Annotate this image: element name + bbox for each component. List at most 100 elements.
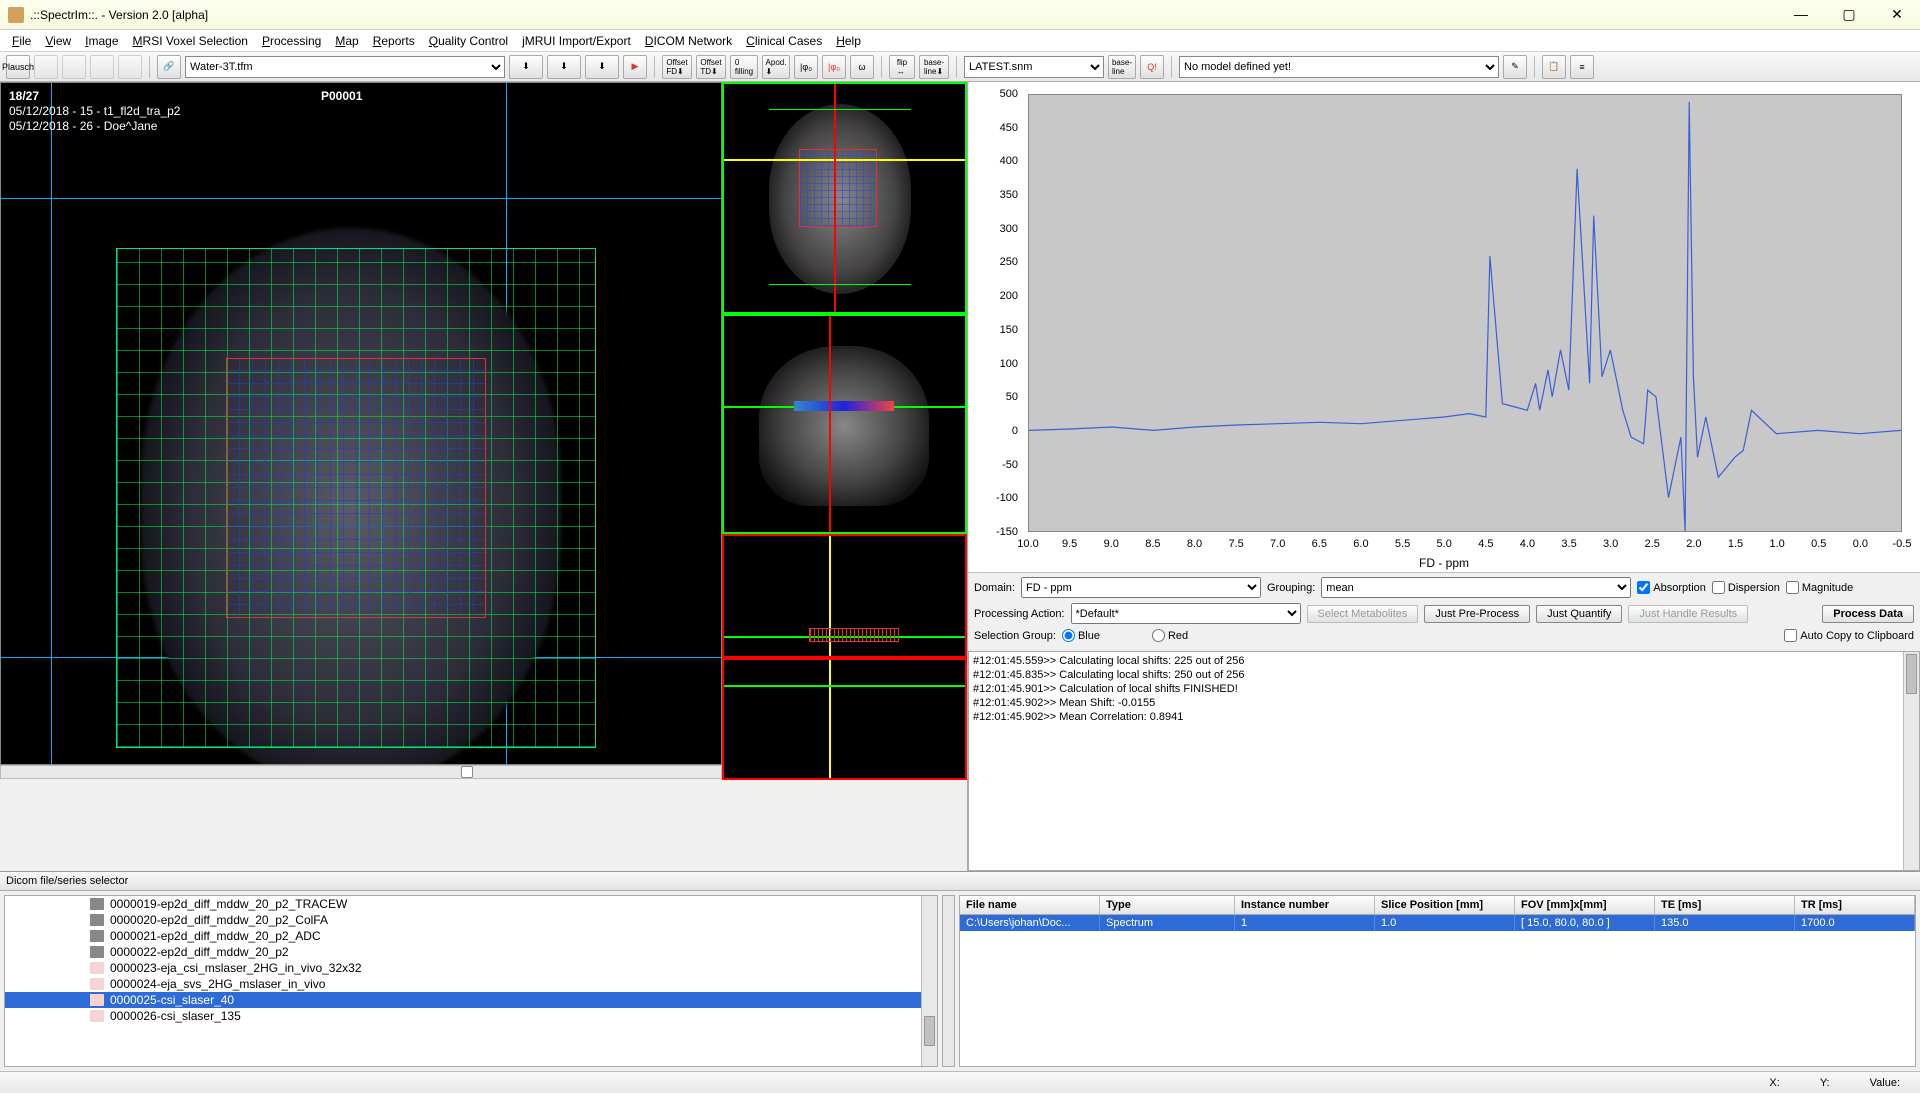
y-tick: -100 [996, 492, 1018, 504]
file-table[interactable]: File nameTypeInstance numberSlice Positi… [959, 895, 1916, 1067]
domain-select[interactable]: FD - ppm [1021, 577, 1261, 598]
axial-locator[interactable] [722, 82, 967, 314]
menu-dicom-network[interactable]: DICOM Network [639, 32, 738, 50]
play-icon[interactable]: ▶ [623, 55, 647, 79]
sag-locator-1[interactable] [722, 534, 967, 658]
tool-plausch[interactable]: Plausch [6, 55, 30, 79]
tree-item[interactable]: 0000026-csi_slaser_135 [5, 1008, 937, 1024]
viewer-info: 18/27 05/12/2018 - 15 - t1_fl2d_tra_p2 0… [9, 89, 180, 134]
menu-file[interactable]: File [6, 32, 37, 50]
proc-action-select[interactable]: *Default* [1071, 603, 1301, 624]
column-header[interactable]: TE [ms] [1655, 896, 1795, 914]
hlsvd-drop[interactable]: ⬇ [547, 55, 581, 79]
minimize-button[interactable]: — [1786, 6, 1816, 23]
column-header[interactable]: Instance number [1235, 896, 1375, 914]
qi-icon[interactable]: Q! [1140, 55, 1164, 79]
autocopy-check[interactable]: Auto Copy to Clipboard [1784, 629, 1914, 642]
tool-icon[interactable] [34, 55, 58, 79]
menu-processing[interactable]: Processing [256, 32, 327, 50]
log-output[interactable]: #12:01:45.559>> Calculating local shifts… [968, 651, 1920, 871]
menu-image[interactable]: Image [79, 32, 124, 50]
dispersion-check[interactable]: Dispersion [1712, 581, 1780, 594]
table-cell[interactable]: 1700.0 [1795, 915, 1915, 931]
flip-lr[interactable]: flip↔ [889, 55, 915, 79]
phi0-icon[interactable]: |φ₀ [794, 55, 818, 79]
tool-icon[interactable] [118, 55, 142, 79]
edit-icon[interactable]: ✎ [1503, 55, 1527, 79]
menu-map[interactable]: Map [329, 32, 364, 50]
coronal-locator[interactable] [722, 314, 967, 534]
table-cell[interactable]: 1.0 [1375, 915, 1515, 931]
list-icon[interactable]: ≡ [1570, 55, 1594, 79]
menu-quality-control[interactable]: Quality Control [423, 32, 514, 50]
menu-mrsi-voxel-selection[interactable]: MRSI Voxel Selection [127, 32, 254, 50]
tree-item[interactable]: 0000023-eja_csi_mslaser_2HG_in_vivo_32x3… [5, 960, 937, 976]
tree-item[interactable]: 0000025-csi_slaser_40 [5, 992, 937, 1008]
table-cell[interactable]: Spectrum [1100, 915, 1235, 931]
apod[interactable]: Apod.⬇ [762, 55, 790, 79]
tdfdfe-drop[interactable]: ⬇ [509, 55, 543, 79]
menu-clinical-cases[interactable]: Clinical Cases [740, 32, 828, 50]
baseline-drop[interactable]: base-line⬇ [919, 55, 949, 79]
x-tick: 3.5 [1561, 538, 1576, 550]
tree-item[interactable]: 0000020-ep2d_diff_mddw_20_p2_ColFA [5, 912, 937, 928]
sel-red-radio[interactable]: Red [1152, 629, 1188, 642]
tool-icon[interactable] [90, 55, 114, 79]
table-cell[interactable]: [ 15.0, 80.0, 80.0 ] [1515, 915, 1655, 931]
ofilling[interactable]: 0filling [730, 55, 758, 79]
baseline2[interactable]: base-line [1108, 55, 1136, 79]
tool-icon[interactable] [62, 55, 86, 79]
select-metabolites-button[interactable]: Select Metabolites [1307, 605, 1419, 623]
column-header[interactable]: TR [ms] [1795, 896, 1915, 914]
column-header[interactable]: Type [1100, 896, 1235, 914]
x-tick: 7.5 [1228, 538, 1243, 550]
sag-locator-2[interactable] [722, 658, 967, 780]
menu-jmrui-import-export[interactable]: jMRUI Import/Export [516, 32, 637, 50]
menu-view[interactable]: View [39, 32, 77, 50]
tree-scrollbar[interactable] [921, 896, 937, 1066]
log-line: #12:01:45.559>> Calculating local shifts… [973, 654, 1915, 668]
column-header[interactable]: FOV [mm]x[mm] [1515, 896, 1655, 914]
column-header[interactable]: Slice Position [mm] [1375, 896, 1515, 914]
spectrum-chart[interactable]: -150-100-5005010015020025030035040045050… [968, 82, 1920, 572]
column-header[interactable]: File name [960, 896, 1100, 914]
main-viewer[interactable]: 18/27 05/12/2018 - 15 - t1_fl2d_tra_p2 0… [0, 82, 722, 765]
preprocess-button[interactable]: Just Pre-Process [1424, 605, 1530, 623]
tree-item[interactable]: 0000022-ep2d_diff_mddw_20_p2 [5, 944, 937, 960]
absorption-check[interactable]: Absorption [1637, 581, 1706, 594]
offset-td[interactable]: OffsetTD⬇ [696, 55, 726, 79]
log-scrollbar[interactable] [1903, 652, 1919, 870]
splitter[interactable] [942, 895, 955, 1067]
process-data-button[interactable]: Process Data [1822, 605, 1914, 623]
tdfdfe2-drop[interactable]: ⬇ [585, 55, 619, 79]
magnitude-check[interactable]: Magnitude [1786, 581, 1853, 594]
model-select[interactable]: No model defined yet! [1179, 56, 1499, 78]
close-button[interactable]: ✕ [1882, 6, 1912, 23]
menu-help[interactable]: Help [830, 32, 867, 50]
snm-select[interactable]: LATEST.snm [964, 56, 1104, 78]
offset-fd[interactable]: OffsetFD⬇ [662, 55, 692, 79]
table-cell[interactable]: C:\Users\johan\Doc... [960, 915, 1100, 931]
grouping-select[interactable]: mean [1321, 577, 1631, 598]
table-cell[interactable]: 1 [1235, 915, 1375, 931]
link-icon[interactable]: 🔗 [157, 55, 181, 79]
omega-icon[interactable]: ω [850, 55, 874, 79]
log-line: #12:01:45.901>> Calculation of local shi… [973, 682, 1915, 696]
series-tree[interactable]: 0000019-ep2d_diff_mddw_20_p2_TRACEW00000… [4, 895, 938, 1067]
slice-slider[interactable] [0, 765, 722, 779]
menu-reports[interactable]: Reports [367, 32, 421, 50]
tree-item[interactable]: 0000021-ep2d_diff_mddw_20_p2_ADC [5, 928, 937, 944]
x-tick: 9.5 [1062, 538, 1077, 550]
handle-results-button[interactable]: Just Handle Results [1628, 605, 1748, 623]
table-cell[interactable]: 135.0 [1655, 915, 1795, 931]
sel-blue-radio[interactable]: Blue [1062, 629, 1100, 642]
tree-item[interactable]: 0000019-ep2d_diff_mddw_20_p2_TRACEW [5, 896, 937, 912]
maximize-button[interactable]: ▢ [1834, 6, 1864, 23]
tree-item[interactable]: 0000024-eja_svs_2HG_mslaser_in_vivo [5, 976, 937, 992]
copy-icon[interactable]: 📋 [1542, 55, 1566, 79]
water-model-select[interactable]: Water-3T.tfm [185, 56, 505, 78]
y-tick: 50 [1006, 391, 1018, 403]
quantify-button[interactable]: Just Quantify [1536, 605, 1622, 623]
phi0-red-icon[interactable]: |φ₀ [822, 55, 846, 79]
y-tick: 500 [1000, 88, 1018, 100]
